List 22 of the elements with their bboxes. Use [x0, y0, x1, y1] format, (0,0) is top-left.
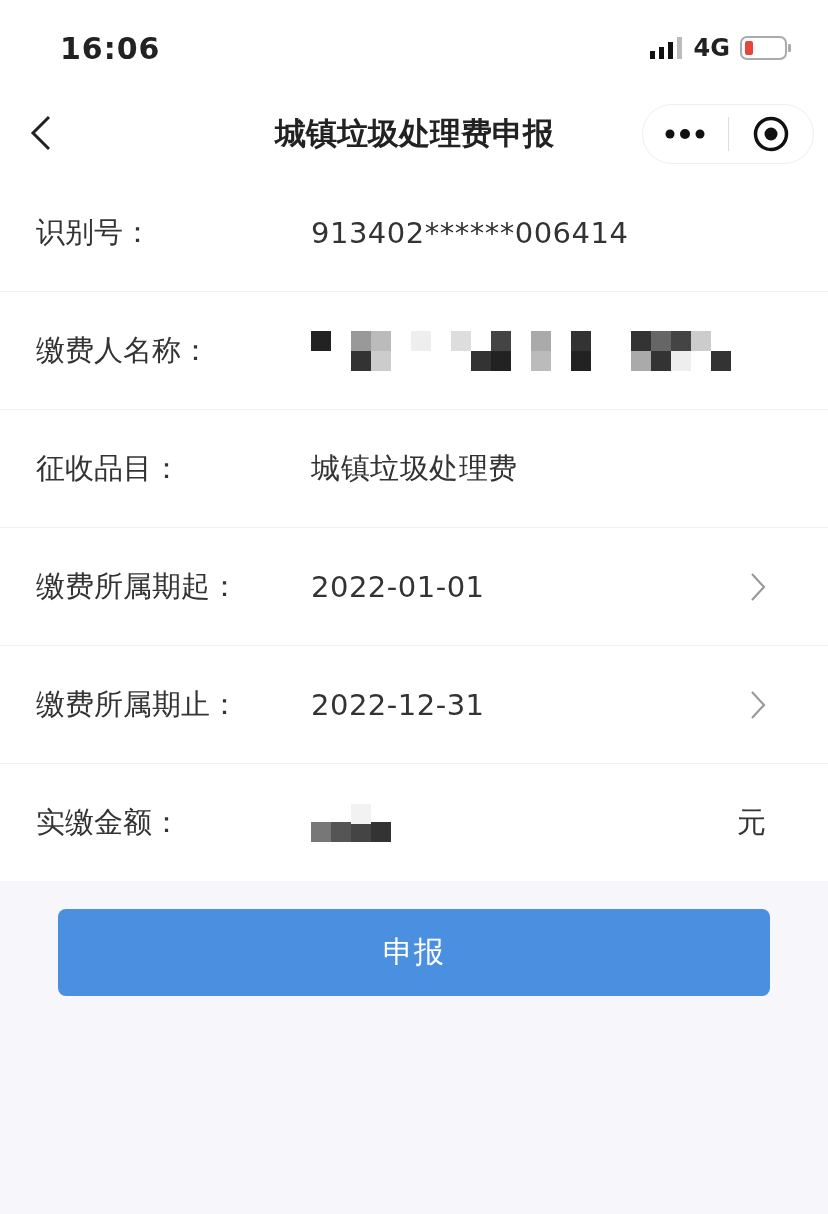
chevron-icon[interactable]: [750, 689, 766, 720]
signal-icon: [649, 37, 684, 59]
field-label: 缴费人名称：: [36, 331, 211, 369]
back-icon: [30, 114, 52, 151]
field-label: 征收品目：: [36, 449, 182, 487]
status-time: 16:06: [60, 30, 161, 66]
field-label: 缴费所属期起：: [36, 567, 240, 605]
field-label: 缴费所属期止：: [36, 685, 240, 723]
submit-button[interactable]: 申报: [58, 909, 770, 996]
field-value: 城镇垃圾处理费: [311, 449, 518, 487]
network-label: 4G: [693, 34, 730, 62]
page-title: 城镇垃圾处理费申报: [274, 114, 554, 153]
field-value: 2022-12-31: [311, 687, 485, 722]
unit-label: 元: [737, 803, 766, 841]
field-value: 2022-01-01: [311, 569, 485, 604]
field-value: 913402******006414: [311, 215, 629, 250]
chevron-icon[interactable]: [750, 571, 766, 602]
battery-icon: [740, 36, 792, 60]
field-label: 识别号：: [36, 213, 153, 251]
field-label: 实缴金额：: [36, 803, 182, 841]
more-icon: [665, 129, 706, 139]
target-icon: [752, 116, 789, 152]
